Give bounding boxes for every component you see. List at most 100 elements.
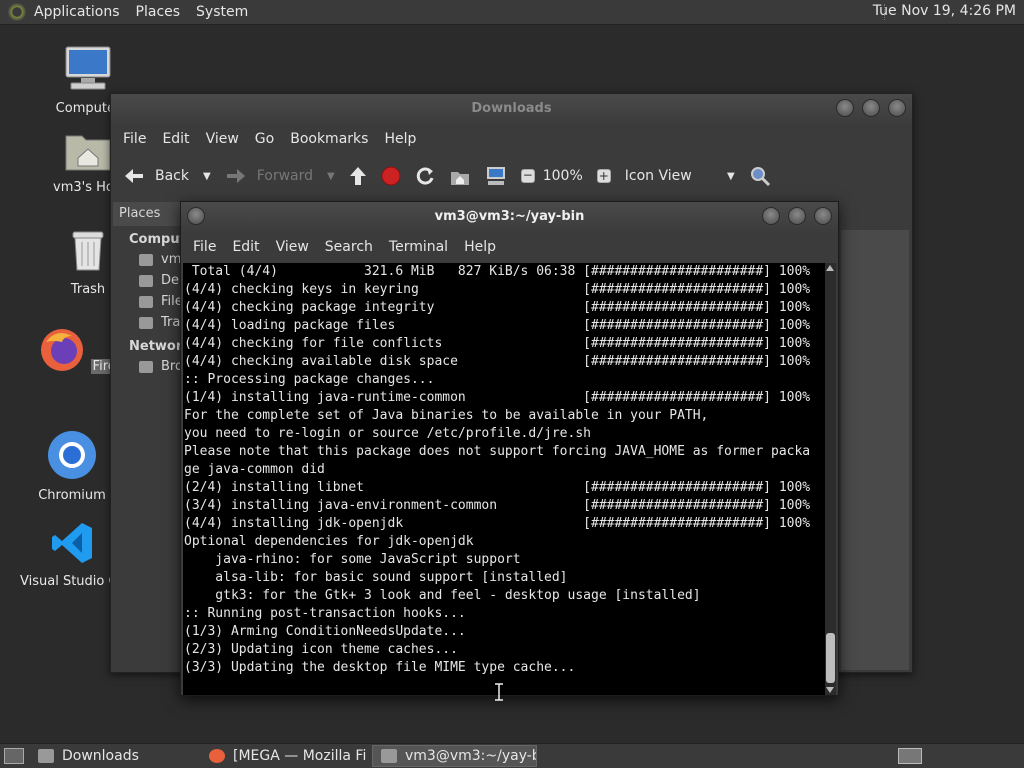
computer-button[interactable] <box>485 166 507 186</box>
minimize-button[interactable] <box>836 99 854 117</box>
window-menu-button[interactable] <box>187 207 205 225</box>
view-mode-select[interactable]: Icon View ▼ <box>625 168 735 184</box>
zoom-out-icon: − <box>520 168 535 183</box>
window-title: Downloads <box>471 101 552 116</box>
scroll-up-icon[interactable] <box>826 265 834 271</box>
scrollbar-thumb[interactable] <box>826 633 835 683</box>
home-button[interactable] <box>449 166 471 186</box>
menu-go[interactable]: Go <box>247 131 282 147</box>
zoom-in-icon: + <box>596 169 611 183</box>
computer-icon <box>65 46 111 90</box>
zoom-in-button[interactable]: + <box>596 169 611 183</box>
up-button[interactable] <box>349 166 367 186</box>
terminal-line: (2/4) installing libnet [###############… <box>184 480 811 495</box>
close-button[interactable] <box>814 207 832 225</box>
menu-help[interactable]: Help <box>456 239 504 255</box>
show-desktop-icon[interactable] <box>4 748 24 764</box>
terminal-line: (3/4) installing java-environment-common… <box>184 498 811 513</box>
terminal-scrollbar[interactable] <box>825 263 836 695</box>
terminal-output[interactable]: Total (4/4) 321.6 MiB 827 KiB/s 06:38 [#… <box>183 263 827 695</box>
top-panel: Applications Places System Tue Nov 19, 4… <box>0 0 1024 25</box>
terminal-line: (4/4) checking package integrity [######… <box>184 300 811 315</box>
forward-button[interactable]: Forward ▼ <box>225 167 335 185</box>
task-firefox[interactable]: [MEGA — Mozilla Fi... <box>201 745 366 767</box>
terminal-line: (4/4) checking keys in keyring [########… <box>184 282 811 297</box>
back-arrow-icon <box>125 169 143 183</box>
chromium-icon <box>48 431 96 479</box>
terminal-line: (4/4) checking available disk space [###… <box>184 354 811 369</box>
terminal-line: (4/4) loading package files [###########… <box>184 318 811 333</box>
terminal-line: (2/3) Updating icon theme caches... <box>184 642 458 657</box>
maximize-button[interactable] <box>862 99 880 117</box>
menu-edit[interactable]: Edit <box>224 239 267 255</box>
menu-help[interactable]: Help <box>376 131 424 147</box>
menu-edit[interactable]: Edit <box>154 131 197 147</box>
chevron-down-icon[interactable]: ▼ <box>327 171 335 182</box>
home-folder-icon <box>65 135 111 171</box>
terminal-line: For the complete set of Java binaries to… <box>184 408 709 423</box>
forward-arrow-icon <box>226 169 245 183</box>
menu-system[interactable]: System <box>188 4 256 20</box>
back-button[interactable]: Back ▼ <box>123 167 211 185</box>
stop-icon <box>381 166 401 186</box>
file-view-area[interactable] <box>841 230 909 670</box>
firefox-icon <box>41 329 84 371</box>
terminal-line: :: Processing package changes... <box>184 372 435 387</box>
terminal-line: Total (4/4) 321.6 MiB 827 KiB/s 06:38 [#… <box>184 264 811 279</box>
trash-icon <box>72 231 104 271</box>
close-button[interactable] <box>888 99 906 117</box>
clock[interactable]: Tue Nov 19, 4:26 PM <box>873 3 1016 19</box>
menu-file[interactable]: File <box>115 131 154 147</box>
chevron-down-icon: ▼ <box>727 170 735 182</box>
minimize-button[interactable] <box>762 207 780 225</box>
menu-view[interactable]: View <box>268 239 317 255</box>
folder-icon <box>38 749 54 763</box>
home-icon <box>139 253 153 266</box>
trash-icon <box>139 316 153 329</box>
zoom-level: 100% <box>542 168 583 184</box>
file-manager-menubar: File Edit View Go Bookmarks Help <box>111 124 912 154</box>
task-downloads[interactable]: Downloads <box>30 745 195 767</box>
terminal-line: java-rhino: for some JavaScript support <box>184 552 521 567</box>
terminal-line: (1/4) installing java-runtime-common [##… <box>184 390 811 405</box>
terminal-icon <box>381 749 397 763</box>
maximize-button[interactable] <box>788 207 806 225</box>
computer-icon <box>486 167 505 185</box>
terminal-line: (4/4) checking for file conflicts [#####… <box>184 336 811 351</box>
menu-bookmarks[interactable]: Bookmarks <box>282 131 376 147</box>
terminal-line: gtk3: for the Gtk+ 3 look and feel - des… <box>184 588 701 603</box>
text-cursor-icon <box>495 683 503 701</box>
menu-file[interactable]: File <box>185 239 224 255</box>
terminal-line: :: Running post-transaction hooks... <box>184 606 466 621</box>
menu-places[interactable]: Places <box>128 4 189 20</box>
chevron-down-icon[interactable]: ▼ <box>203 171 211 182</box>
terminal-line: (3/3) Updating the desktop file MIME typ… <box>184 660 576 675</box>
desktop-icon-label: Visual Studio Code <box>20 574 112 589</box>
workspace-switcher[interactable] <box>898 748 922 764</box>
task-terminal[interactable]: vm3@vm3:~/yay-bin <box>372 745 537 767</box>
menu-search[interactable]: Search <box>317 239 381 255</box>
up-arrow-icon <box>349 167 366 185</box>
terminal-line: Please note that this package does not s… <box>184 444 811 459</box>
terminal-title-bar[interactable]: vm3@vm3:~/yay-bin <box>181 202 838 232</box>
menu-view[interactable]: View <box>198 131 247 147</box>
vscode-icon <box>52 523 92 563</box>
file-manager-title-bar[interactable]: Downloads <box>111 94 912 124</box>
terminal-line: Optional dependencies for jdk-openjdk <box>184 534 474 549</box>
search-button[interactable] <box>749 165 771 187</box>
terminal-line: (1/3) Arming ConditionNeedsUpdate... <box>184 624 466 639</box>
desktop-icon <box>139 274 153 287</box>
terminal-line: alsa-lib: for basic sound support [insta… <box>184 570 568 585</box>
zoom-out-button[interactable]: − 100% <box>520 168 583 184</box>
reload-button[interactable] <box>415 166 435 186</box>
distro-logo-icon[interactable] <box>8 3 26 21</box>
menu-applications[interactable]: Applications <box>26 4 128 20</box>
file-manager-toolbar: Back ▼ Forward ▼ − 100% + Icon View ▼ <box>111 154 912 198</box>
stop-button[interactable] <box>381 166 401 186</box>
terminal-window[interactable]: vm3@vm3:~/yay-bin File Edit View Search … <box>180 201 839 696</box>
bottom-taskbar: Downloads [MEGA — Mozilla Fi... vm3@vm3:… <box>0 743 1024 768</box>
menu-terminal[interactable]: Terminal <box>381 239 456 255</box>
network-icon <box>139 360 153 373</box>
filesystem-icon <box>139 295 153 308</box>
scroll-down-icon[interactable] <box>826 687 834 693</box>
